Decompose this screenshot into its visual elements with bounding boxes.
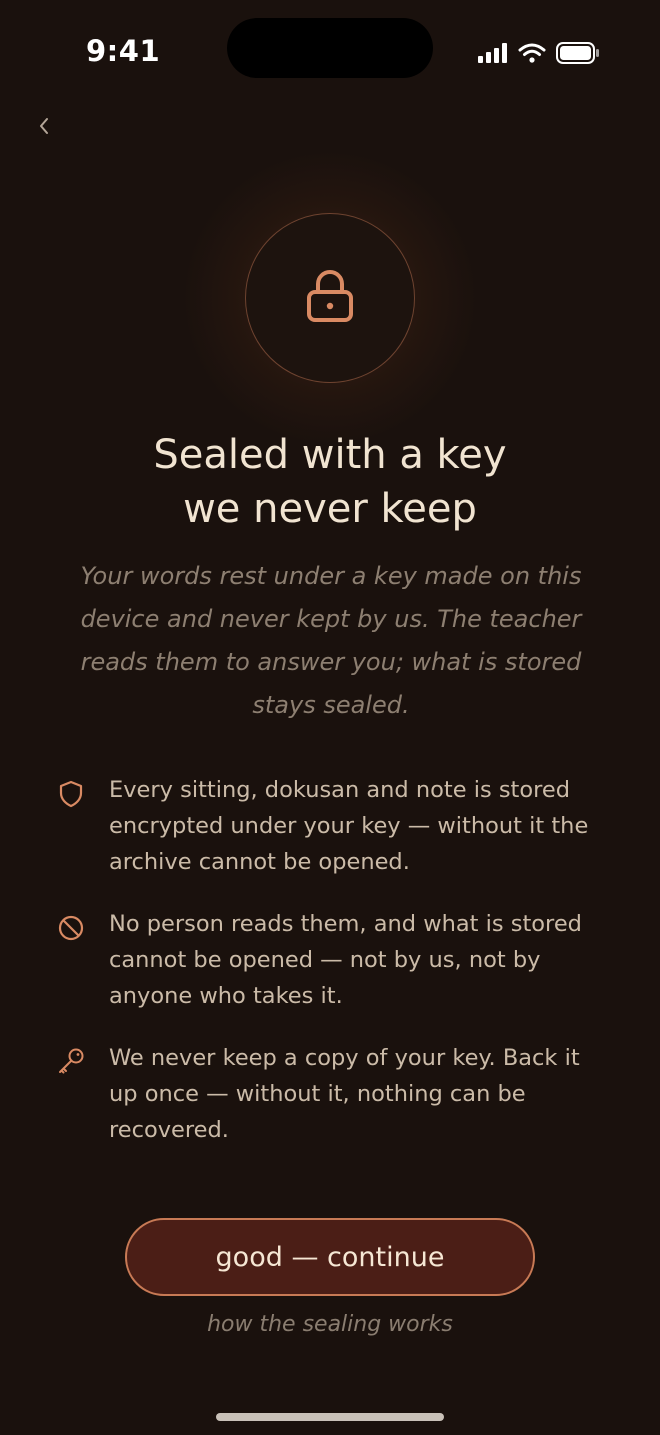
feature-item-key-backup: We never keep a copy of your key. Back i… bbox=[55, 1040, 615, 1148]
feature-item-no-readers: No person reads them, and what is stored… bbox=[55, 906, 615, 1014]
prohibited-icon bbox=[55, 912, 87, 944]
how-sealing-works-link[interactable]: how the sealing works bbox=[130, 1312, 530, 1337]
battery-icon bbox=[556, 42, 600, 68]
page-subtitle: Your words rest under a key made on this… bbox=[80, 562, 582, 719]
shield-icon bbox=[55, 778, 87, 810]
dynamic-island bbox=[227, 18, 433, 78]
status-time: 9:41 bbox=[86, 34, 161, 68]
status-icons bbox=[478, 42, 600, 68]
home-indicator[interactable] bbox=[216, 1413, 444, 1421]
continue-button[interactable]: good — continue bbox=[125, 1218, 535, 1296]
chevron-left-icon bbox=[37, 116, 51, 140]
onboarding-screen: 9:41 Sealed with a key we never keep You… bbox=[0, 0, 660, 1435]
feature-list: Every sitting, dokusan and note is store… bbox=[55, 772, 615, 1174]
feature-text: Every sitting, dokusan and note is store… bbox=[109, 777, 589, 875]
title-line-1: Sealed with a key bbox=[153, 432, 507, 478]
feature-text: No person reads them, and what is stored… bbox=[109, 911, 582, 1009]
key-icon bbox=[55, 1046, 87, 1078]
cellular-signal-icon bbox=[478, 43, 508, 67]
wifi-icon bbox=[518, 43, 546, 67]
seal-badge bbox=[245, 213, 415, 383]
lock-icon bbox=[304, 267, 356, 329]
page-title: Sealed with a key we never keep bbox=[60, 428, 600, 536]
feature-item-encrypted: Every sitting, dokusan and note is store… bbox=[55, 772, 615, 880]
feature-text: We never keep a copy of your key. Back i… bbox=[109, 1045, 580, 1143]
back-button[interactable] bbox=[28, 110, 60, 146]
title-line-2: we never keep bbox=[183, 486, 477, 532]
